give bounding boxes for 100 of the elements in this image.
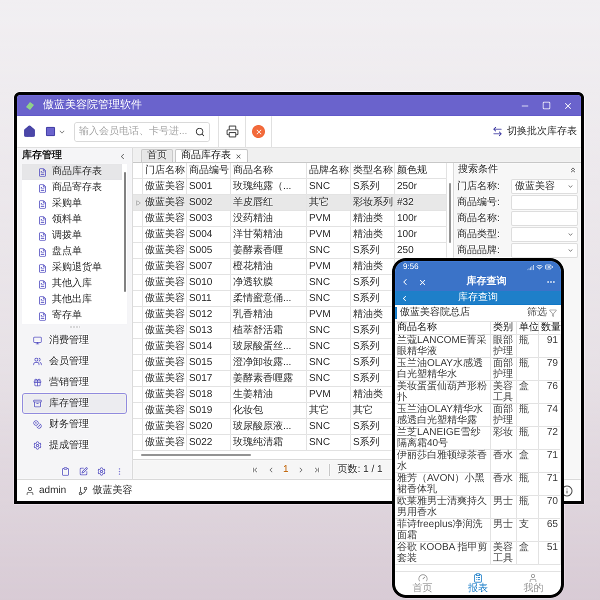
first-page-icon[interactable] [251, 466, 259, 474]
table-cell: 傲蓝美容 [143, 403, 187, 419]
app-logo-icon [25, 100, 35, 110]
vertical-scrollbar[interactable] [124, 172, 126, 292]
table-cell: 眼部护理 [491, 335, 517, 357]
gift-icon [33, 378, 42, 387]
table-cell: 瓶 [517, 358, 539, 380]
table-cell: SNC [307, 291, 351, 307]
table-cell: 傲蓝美容 [143, 323, 187, 339]
row-header[interactable] [133, 195, 143, 211]
submenu-item[interactable]: 采购退货单 [22, 260, 122, 276]
user-icon [528, 573, 538, 583]
submenu-item[interactable]: 其他入库 [22, 276, 122, 292]
horizontal-scrollbar[interactable] [141, 454, 251, 456]
current-page[interactable]: 1 [283, 464, 289, 476]
table-cell: S001 [187, 179, 231, 195]
field-label: 门店名称: [457, 180, 501, 192]
table-cell: 71 [539, 473, 561, 495]
table-cell: SNC [307, 371, 351, 387]
input-field[interactable] [511, 211, 578, 226]
submenu-item[interactable]: 商品库存表 [22, 164, 122, 180]
edit-icon[interactable] [79, 466, 88, 476]
table-cell: 玉兰油OLAY精华水感透白光塑精华露 [395, 404, 491, 426]
table-cell: S002 [187, 195, 231, 211]
bottom-nav-item[interactable]: 报表 [450, 572, 506, 595]
submenu-item[interactable]: 领料单 [22, 212, 122, 228]
last-page-icon[interactable] [312, 466, 321, 474]
table-cell: S007 [187, 259, 231, 275]
gear-icon [33, 441, 42, 450]
document-icon [38, 264, 47, 272]
table-cell: 姜酵素香喱 [231, 243, 307, 259]
table-cell: 傲蓝美容 [143, 339, 187, 355]
submenu-item[interactable]: 寄存单 [22, 308, 122, 324]
table-cell: S015 [187, 355, 231, 371]
table-cell: PVM [307, 259, 351, 275]
signal-icon [527, 264, 534, 270]
nav-item[interactable]: 营销管理 [22, 372, 127, 393]
input-field[interactable] [511, 195, 578, 210]
search-field[interactable]: 输入会员电话、卡号进... [74, 122, 210, 142]
table-cell: 美容工具 [491, 542, 517, 564]
table-cell: 玻尿酸蛋丝... [231, 339, 307, 355]
tab[interactable]: 商品库存表 [175, 149, 248, 162]
nav-item[interactable]: 会员管理 [22, 351, 127, 372]
previous-page-icon[interactable] [267, 466, 275, 474]
submenu-item[interactable]: 其他出库 [22, 292, 122, 308]
window-title: 傲蓝美容院管理软件 [43, 99, 142, 112]
select-field[interactable] [511, 243, 578, 258]
submenu-item[interactable]: 盘点单 [22, 244, 122, 260]
table-cell: S系列 [351, 275, 395, 291]
table-cell: 姜酵素香喱露 [231, 371, 307, 387]
switch-button[interactable]: 切换批次库存表 [492, 125, 577, 138]
table-cell: PVM [307, 227, 351, 243]
table-cell: 其它 [307, 403, 351, 419]
field-label: 商品编号: [457, 196, 501, 208]
nav-item[interactable]: 财务管理 [22, 414, 127, 435]
table-cell: 柔情蜜意俑... [231, 291, 307, 307]
table-cell: S系列 [351, 355, 395, 371]
table-cell: 生姜精油 [231, 387, 307, 403]
table-cell: 没药精油 [231, 211, 307, 227]
table-cell: 伊丽莎白雅顿绿茶香水 [395, 450, 491, 472]
settings-icon[interactable] [97, 466, 106, 476]
collapse-icon[interactable] [569, 166, 577, 174]
table-cell: 51 [539, 542, 561, 564]
filter-button[interactable]: 筛选 [527, 307, 557, 319]
table-cell: S系列 [351, 291, 395, 307]
table-cell: S系列 [351, 371, 395, 387]
table-cell: 74 [539, 404, 561, 426]
close-icon[interactable] [563, 100, 573, 110]
submenu-item[interactable]: 调拨单 [22, 228, 122, 244]
select-field[interactable]: 傲蓝美容 [511, 179, 578, 194]
table-cell: 76 [539, 381, 561, 403]
nav-item[interactable]: 库存管理 [22, 393, 127, 414]
table-cell: 傲蓝美容 [143, 179, 187, 195]
info-icon[interactable] [561, 484, 573, 496]
store-label: 傲蓝美容院总店 [395, 307, 470, 319]
clipboard-icon[interactable] [61, 466, 70, 476]
table-cell: 精油类 [351, 387, 395, 403]
table-cell: 瓶 [517, 496, 539, 518]
submenu-item[interactable]: 采购单 [22, 196, 122, 212]
collapse-icon[interactable] [118, 152, 127, 160]
table-cell: 傲蓝美容 [143, 195, 187, 211]
tab[interactable]: 首页 [141, 149, 173, 162]
select-field[interactable] [511, 227, 578, 242]
table-cell: 傲蓝美容 [143, 291, 187, 307]
table-cell: S系列 [351, 339, 395, 355]
close-icon[interactable] [235, 152, 242, 160]
home-icon [22, 125, 36, 138]
table-cell: 盒 [517, 542, 539, 564]
table-cell: 面部护理 [491, 358, 517, 380]
table-cell: 彩妆系列 [351, 195, 395, 211]
table-cell: S系列 [351, 323, 395, 339]
maximize-icon[interactable] [542, 101, 551, 110]
table-cell: 其它 [307, 195, 351, 211]
nav-item[interactable]: 消费管理 [22, 330, 127, 351]
vertical-scrollbar[interactable] [449, 183, 451, 243]
submenu-item[interactable]: 商品寄存表 [22, 180, 122, 196]
nav-item[interactable]: 提成管理 [22, 435, 127, 456]
table-cell: 71 [539, 450, 561, 472]
cancel-button[interactable] [252, 125, 265, 138]
table-cell: S系列 [351, 435, 395, 451]
